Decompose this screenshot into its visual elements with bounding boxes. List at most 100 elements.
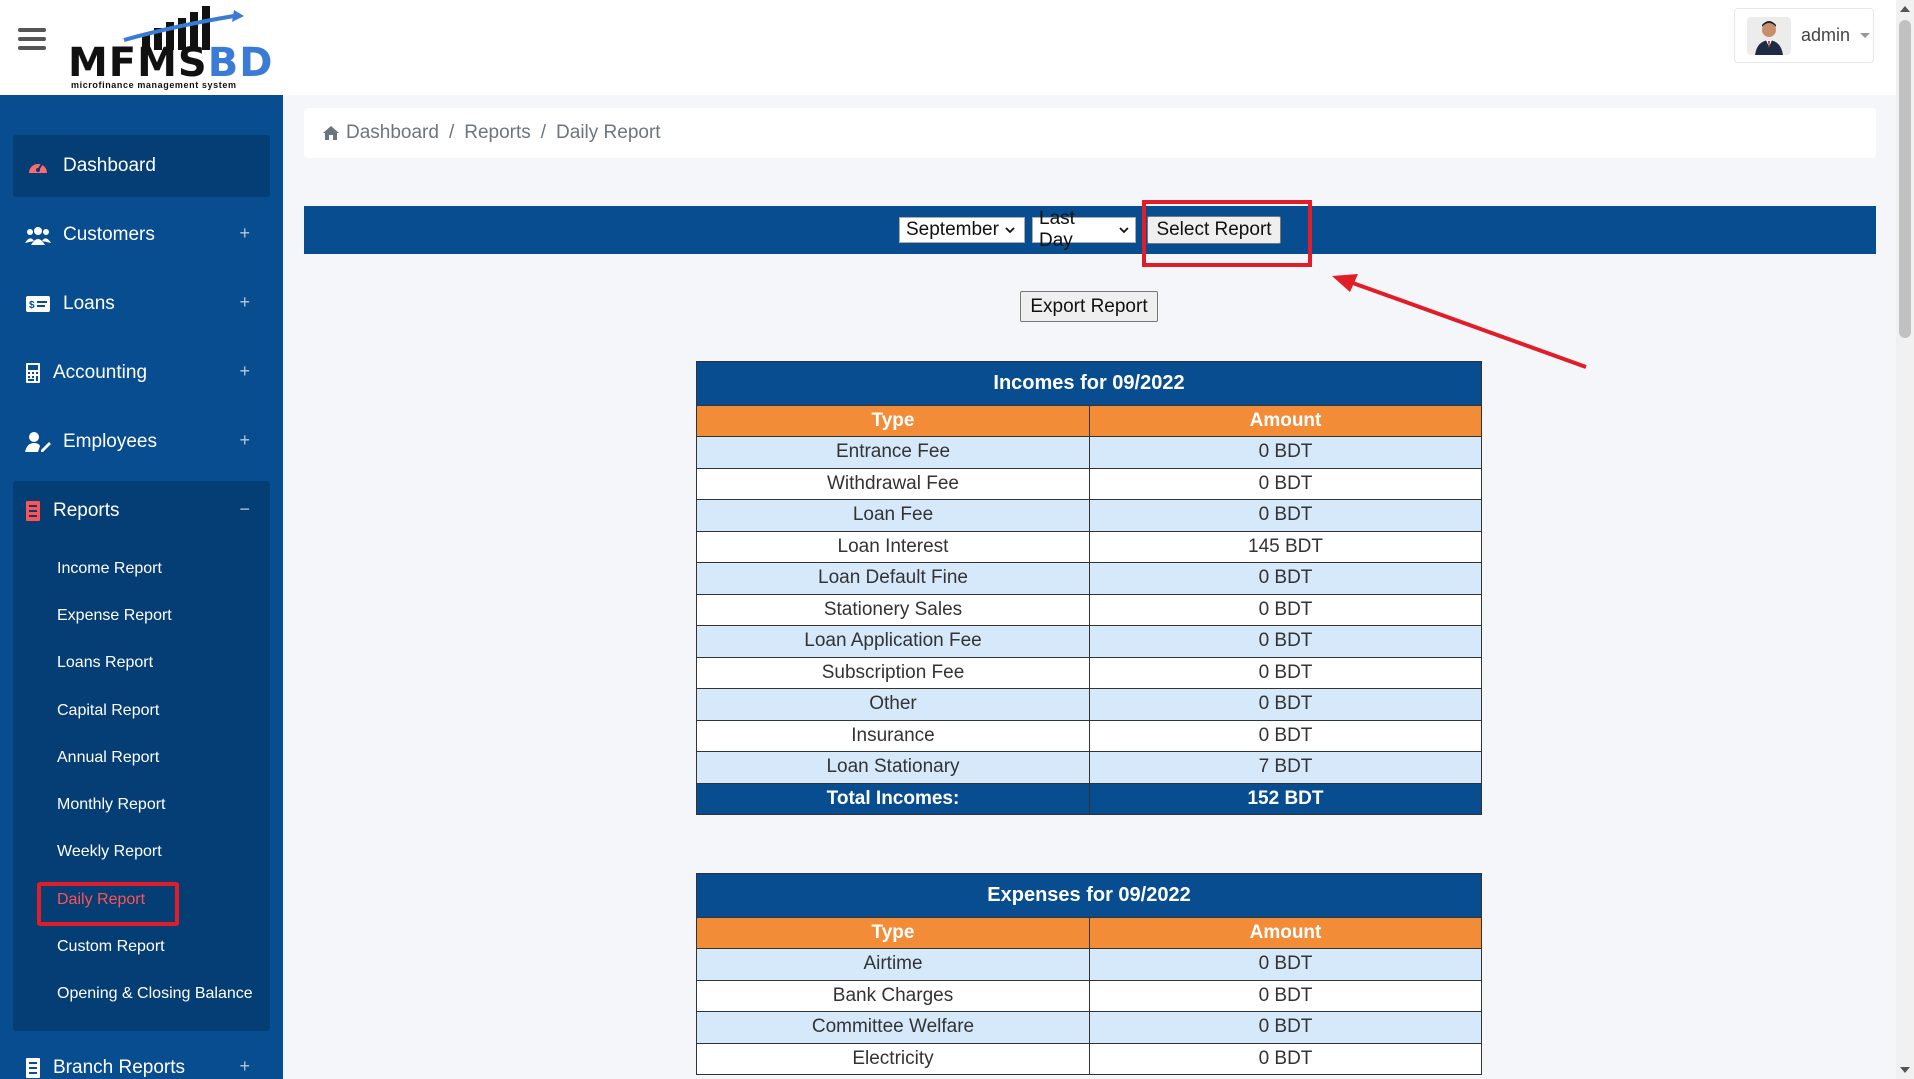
submenu-weekly-report[interactable]: Weekly Report [57,843,162,861]
cell-type: Committee Welfare [696,1011,1090,1044]
submenu-loans-report[interactable]: Loans Report [57,654,153,672]
table-row: Airtime 0 BDT [696,948,1482,981]
annotation-arrow [1332,274,1587,369]
user-edit-icon [25,431,51,453]
top-header: MFMSBD microfinance management system ad… [0,0,1896,95]
table-row: Subscription Fee 0 BDT [696,656,1482,689]
submenu-custom-report[interactable]: Custom Report [57,938,165,956]
expenses-table: Expenses for 09/2022 Type Amount Airtime… [696,873,1482,1075]
expand-plus-icon[interactable]: + [239,1056,250,1077]
svg-text:$: $ [29,300,35,311]
sidebar-item-customers[interactable]: Customers + [13,204,270,266]
cell-type: Stationery Sales [696,593,1090,626]
report-document-icon [25,1057,41,1079]
cell-amount: 0 BDT [1089,979,1482,1012]
sidebar-item-label: Reports [53,500,120,521]
incomes-table-title: Incomes for 09/2022 [696,361,1482,406]
cell-type: Loan Application Fee [696,625,1090,658]
export-report-button[interactable]: Export Report [1020,291,1158,322]
cell-amount: 0 BDT [1089,467,1482,500]
expand-plus-icon[interactable]: + [239,361,250,382]
cell-amount: 0 BDT [1089,499,1482,532]
table-row: Loan Interest 145 BDT [696,530,1482,563]
calculator-icon [25,362,41,384]
expand-plus-icon[interactable]: + [239,430,250,451]
submenu-expense-report[interactable]: Expense Report [57,607,172,625]
column-header-type: Type [696,405,1090,437]
user-menu[interactable]: admin [1734,8,1874,63]
highlight-box-daily-report [37,882,179,926]
cell-type: Other [696,688,1090,721]
cell-type: Airtime [696,948,1090,981]
money-card-icon: $ [25,293,51,315]
cell-amount: 0 BDT [1089,593,1482,626]
sidebar-item-accounting[interactable]: Accounting + [13,342,270,404]
table-row: Stationery Sales 0 BDT [696,593,1482,626]
column-header-type: Type [696,917,1090,949]
cell-amount: 0 BDT [1089,688,1482,721]
column-header-amount: Amount [1089,405,1482,437]
logo-tagline: microfinance management system [71,80,237,90]
cell-type: Electricity [696,1042,1090,1075]
sidebar-item-dashboard[interactable]: Dashboard [13,135,270,197]
breadcrumb-current: Daily Report [556,122,661,143]
cell-type: Loan Fee [696,499,1090,532]
cell-amount: 0 BDT [1089,656,1482,689]
scrollbar-thumb[interactable] [1899,20,1911,338]
expenses-table-title: Expenses for 09/2022 [696,873,1482,918]
cell-amount: 145 BDT [1089,530,1482,563]
table-row: Other 0 BDT [696,688,1482,721]
total-label: Total Incomes: [696,782,1090,815]
table-row: Insurance 0 BDT [696,719,1482,752]
page-scrollbar[interactable] [1896,0,1914,1079]
logo[interactable]: MFMSBD microfinance management system [68,4,272,90]
submenu-annual-report[interactable]: Annual Report [57,749,159,767]
sidebar-item-employees[interactable]: Employees + [13,411,270,473]
submenu-capital-report[interactable]: Capital Report [57,702,159,720]
sidebar: Dashboard Customers + $ Loans + Accounti… [0,95,283,1079]
cell-type: Bank Charges [696,979,1090,1012]
cell-amount: 0 BDT [1089,625,1482,658]
sidebar-item-branch-reports[interactable]: Branch Reports + [13,1037,270,1079]
table-row: Loan Stationary 7 BDT [696,751,1482,784]
expand-plus-icon[interactable]: + [239,292,250,313]
breadcrumb-separator: / [540,122,547,143]
table-row: Electricity 0 BDT [696,1042,1482,1075]
breadcrumb-dashboard-link[interactable]: Dashboard [346,122,439,144]
day-select-value: Last Day [1039,208,1075,251]
sidebar-item-loans[interactable]: $ Loans + [13,273,270,335]
scroll-down-icon[interactable] [1900,1067,1910,1073]
cell-amount: 0 BDT [1089,1011,1482,1044]
breadcrumb-separator: / [448,122,455,143]
sidebar-item-reports[interactable]: Reports − [13,480,270,542]
table-row: Committee Welfare 0 BDT [696,1011,1482,1044]
cell-type: Subscription Fee [696,656,1090,689]
hamburger-menu-icon[interactable] [18,28,46,50]
cell-amount: 0 BDT [1089,562,1482,595]
scroll-up-icon[interactable] [1900,6,1910,12]
table-row: Loan Application Fee 0 BDT [696,625,1482,658]
collapse-minus-icon[interactable]: − [239,499,250,520]
table-row: Bank Charges 0 BDT [696,979,1482,1012]
cell-amount: 0 BDT [1089,719,1482,752]
cell-type: Loan Stationary [696,751,1090,784]
cell-amount: 7 BDT [1089,751,1482,784]
user-name: admin [1801,25,1851,45]
chevron-down-icon [1119,227,1129,234]
total-value: 152 BDT [1089,782,1482,815]
day-select[interactable]: Last Day [1032,208,1136,251]
month-select-value: September [906,219,999,240]
expand-plus-icon[interactable]: + [239,223,250,244]
sidebar-item-label: Accounting [53,362,148,383]
cell-amount: 0 BDT [1089,948,1482,981]
total-row: Total Incomes: 152 BDT [696,782,1482,815]
month-select[interactable]: September [899,217,1025,243]
submenu-monthly-report[interactable]: Monthly Report [57,796,166,814]
breadcrumb-reports-link[interactable]: Reports [464,122,531,144]
table-row: Entrance Fee 0 BDT [696,436,1482,469]
submenu-opening-closing-balance[interactable]: Opening & Closing Balance [57,985,253,1003]
highlight-box-select-report [1142,200,1312,267]
submenu-income-report[interactable]: Income Report [57,560,162,578]
table-row: Withdrawal Fee 0 BDT [696,467,1482,500]
users-icon [25,224,51,246]
